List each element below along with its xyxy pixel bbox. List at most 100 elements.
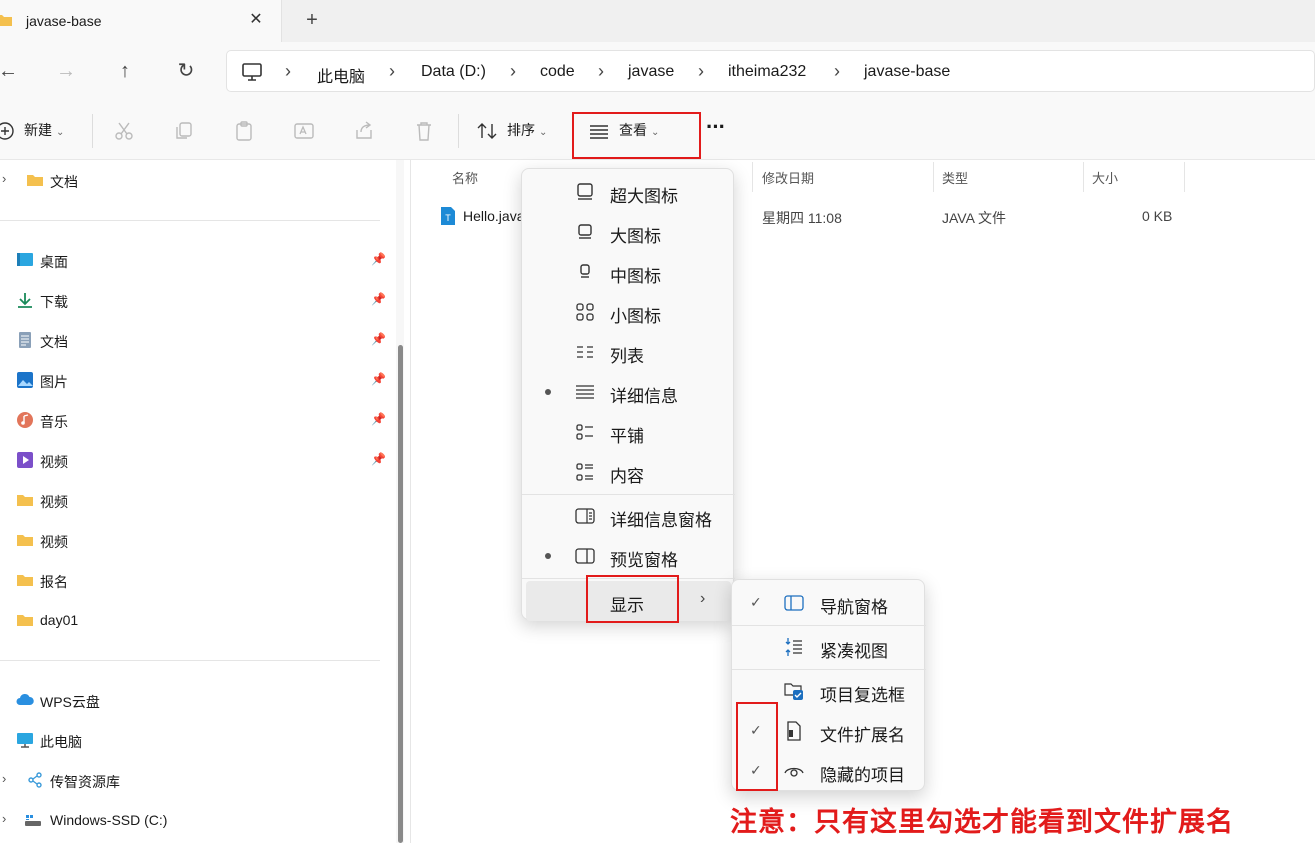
tab-javase-base[interactable]: javase-base ✕ <box>0 0 282 42</box>
new-tab-button[interactable]: + <box>300 9 324 33</box>
sidebar-item-videos[interactable]: 视频 📌 <box>0 446 388 474</box>
refresh-button[interactable]: ↻ <box>174 60 198 84</box>
pin-icon[interactable]: 📌 <box>371 452 386 466</box>
menu-item-medium-icons[interactable]: 中图标 <box>522 252 733 292</box>
sidebar-item-documents-folder[interactable]: › 文档 <box>0 166 388 194</box>
menu-item-large-icons[interactable]: 大图标 <box>522 212 733 252</box>
navigation-pane-icon <box>784 595 804 611</box>
column-separator[interactable] <box>752 162 753 192</box>
folder-icon <box>17 575 33 586</box>
share-icon[interactable] <box>353 120 375 142</box>
column-header-name[interactable]: 名称 <box>452 168 478 187</box>
up-button[interactable]: ↑ <box>113 60 137 84</box>
column-header-type[interactable]: 类型 <box>942 168 968 187</box>
sidebar-scrollbar-thumb[interactable] <box>398 345 403 843</box>
pin-icon[interactable]: 📌 <box>371 412 386 426</box>
address-bar[interactable]: › 此电脑 › Data (D:) › code › javase › ithe… <box>226 50 1315 92</box>
sidebar-item-videos-folder-2[interactable]: 视频 <box>0 526 388 554</box>
menu-item-tiles[interactable]: 平铺 <box>522 412 733 452</box>
sort-button[interactable]: 排序 ⌄ <box>507 120 547 142</box>
breadcrumb-separator: › <box>510 61 516 81</box>
menu-item-small-icons[interactable]: 小图标 <box>522 292 733 332</box>
sidebar-item-this-pc[interactable]: 此电脑 <box>0 726 388 754</box>
sidebar-item-downloads[interactable]: 下载 📌 <box>0 286 388 314</box>
breadcrumb-itheima232[interactable]: itheima232 <box>728 63 806 81</box>
pin-icon[interactable]: 📌 <box>371 372 386 386</box>
breadcrumb-data-drive[interactable]: Data (D:) <box>421 63 486 81</box>
paste-icon[interactable] <box>233 120 255 142</box>
sidebar-item-label: 视频 <box>40 494 68 510</box>
sidebar-item-label: 视频 <box>40 534 68 550</box>
menu-item-compact-view[interactable]: 紧凑视图 <box>732 627 924 667</box>
sidebar-item-day01[interactable]: day01 <box>0 606 388 634</box>
sidebar-item-videos-folder-1[interactable]: 视频 <box>0 486 388 514</box>
menu-item-label: 内容 <box>610 467 644 486</box>
add-icon <box>0 122 14 140</box>
sidebar-item-label: Windows-SSD (C:) <box>50 812 168 828</box>
java-file-icon: T <box>441 207 455 225</box>
folder-icon <box>17 615 33 626</box>
column-header-size[interactable]: 大小 <box>1092 168 1118 187</box>
menu-item-details-pane[interactable]: 详细信息窗格 <box>522 496 733 536</box>
menu-item-details[interactable]: 详细信息 <box>522 372 733 412</box>
menu-item-label: 平铺 <box>610 427 644 446</box>
forward-button[interactable]: → <box>54 60 78 84</box>
column-header-modified[interactable]: 修改日期 <box>762 168 814 187</box>
expand-icon[interactable]: › <box>2 811 6 826</box>
expand-icon[interactable]: › <box>2 771 6 786</box>
pin-icon[interactable]: 📌 <box>371 332 386 346</box>
pane-divider[interactable] <box>410 160 411 843</box>
small-icons-icon <box>576 303 594 321</box>
sidebar-item-label: 桌面 <box>40 254 68 270</box>
expand-icon[interactable]: › <box>2 171 6 186</box>
breadcrumb-javase[interactable]: javase <box>628 63 674 81</box>
delete-icon[interactable] <box>413 120 435 142</box>
video-icon <box>17 452 33 468</box>
cut-icon[interactable] <box>113 120 135 142</box>
breadcrumb-this-pc[interactable]: 此电脑 <box>317 63 365 87</box>
sidebar-item-wps-cloud[interactable]: WPS云盘 <box>0 686 388 714</box>
annotation-note: 注意：只有这里勾选才能看到文件扩展名 <box>730 807 1234 837</box>
compact-view-icon <box>785 638 802 656</box>
breadcrumb-separator: › <box>598 61 604 81</box>
rename-icon[interactable] <box>293 120 315 142</box>
breadcrumb-code[interactable]: code <box>540 63 575 81</box>
sidebar-item-label: 报名 <box>40 574 68 590</box>
menu-item-navigation-pane[interactable]: ✓ 导航窗格 <box>732 583 924 623</box>
checkmarks-highlight <box>736 702 778 791</box>
check-icon: ✓ <box>750 594 762 610</box>
menu-item-list[interactable]: 列表 <box>522 332 733 372</box>
sidebar-item-label: 此电脑 <box>40 734 82 750</box>
sidebar-item-music[interactable]: 音乐 📌 <box>0 406 388 434</box>
tiles-view-icon <box>576 424 593 440</box>
sidebar-item-resource-library[interactable]: › 传智资源库 <box>0 766 388 794</box>
sidebar-item-windows-ssd[interactable]: › Windows-SSD (C:) <box>0 806 388 834</box>
sidebar-item-pictures[interactable]: 图片 📌 <box>0 366 388 394</box>
music-icon <box>17 412 33 428</box>
column-separator[interactable] <box>933 162 934 192</box>
content-view-icon <box>576 463 593 481</box>
sidebar-item-registration[interactable]: 报名 <box>0 566 388 594</box>
pin-icon[interactable]: 📌 <box>371 292 386 306</box>
column-separator[interactable] <box>1184 162 1185 192</box>
back-button[interactable]: ← <box>0 60 20 84</box>
copy-icon[interactable] <box>173 120 195 142</box>
sidebar-item-documents[interactable]: 文档 📌 <box>0 326 388 354</box>
pin-icon[interactable]: 📌 <box>371 252 386 266</box>
menu-item-label: 详细信息 <box>610 387 678 406</box>
menu-item-preview-pane[interactable]: 预览窗格 <box>522 536 733 576</box>
tab-close-button[interactable]: ✕ <box>246 9 266 31</box>
computer-icon <box>242 63 262 81</box>
breadcrumb-separator: › <box>285 61 291 81</box>
new-button[interactable]: 新建 ⌄ <box>24 120 64 142</box>
sidebar-item-label: 视频 <box>40 454 68 470</box>
sidebar-item-desktop[interactable]: 桌面 📌 <box>0 246 388 274</box>
tab-title: javase-base <box>26 13 102 29</box>
menu-item-extra-large-icons[interactable]: 超大图标 <box>522 172 733 212</box>
menu-item-content[interactable]: 内容 <box>522 452 733 492</box>
more-options-button[interactable]: ··· <box>706 114 726 139</box>
column-separator[interactable] <box>1083 162 1084 192</box>
file-extension-icon <box>787 721 801 741</box>
breadcrumb-javase-base[interactable]: javase-base <box>864 63 950 81</box>
checkbox-folder-icon <box>784 683 803 700</box>
